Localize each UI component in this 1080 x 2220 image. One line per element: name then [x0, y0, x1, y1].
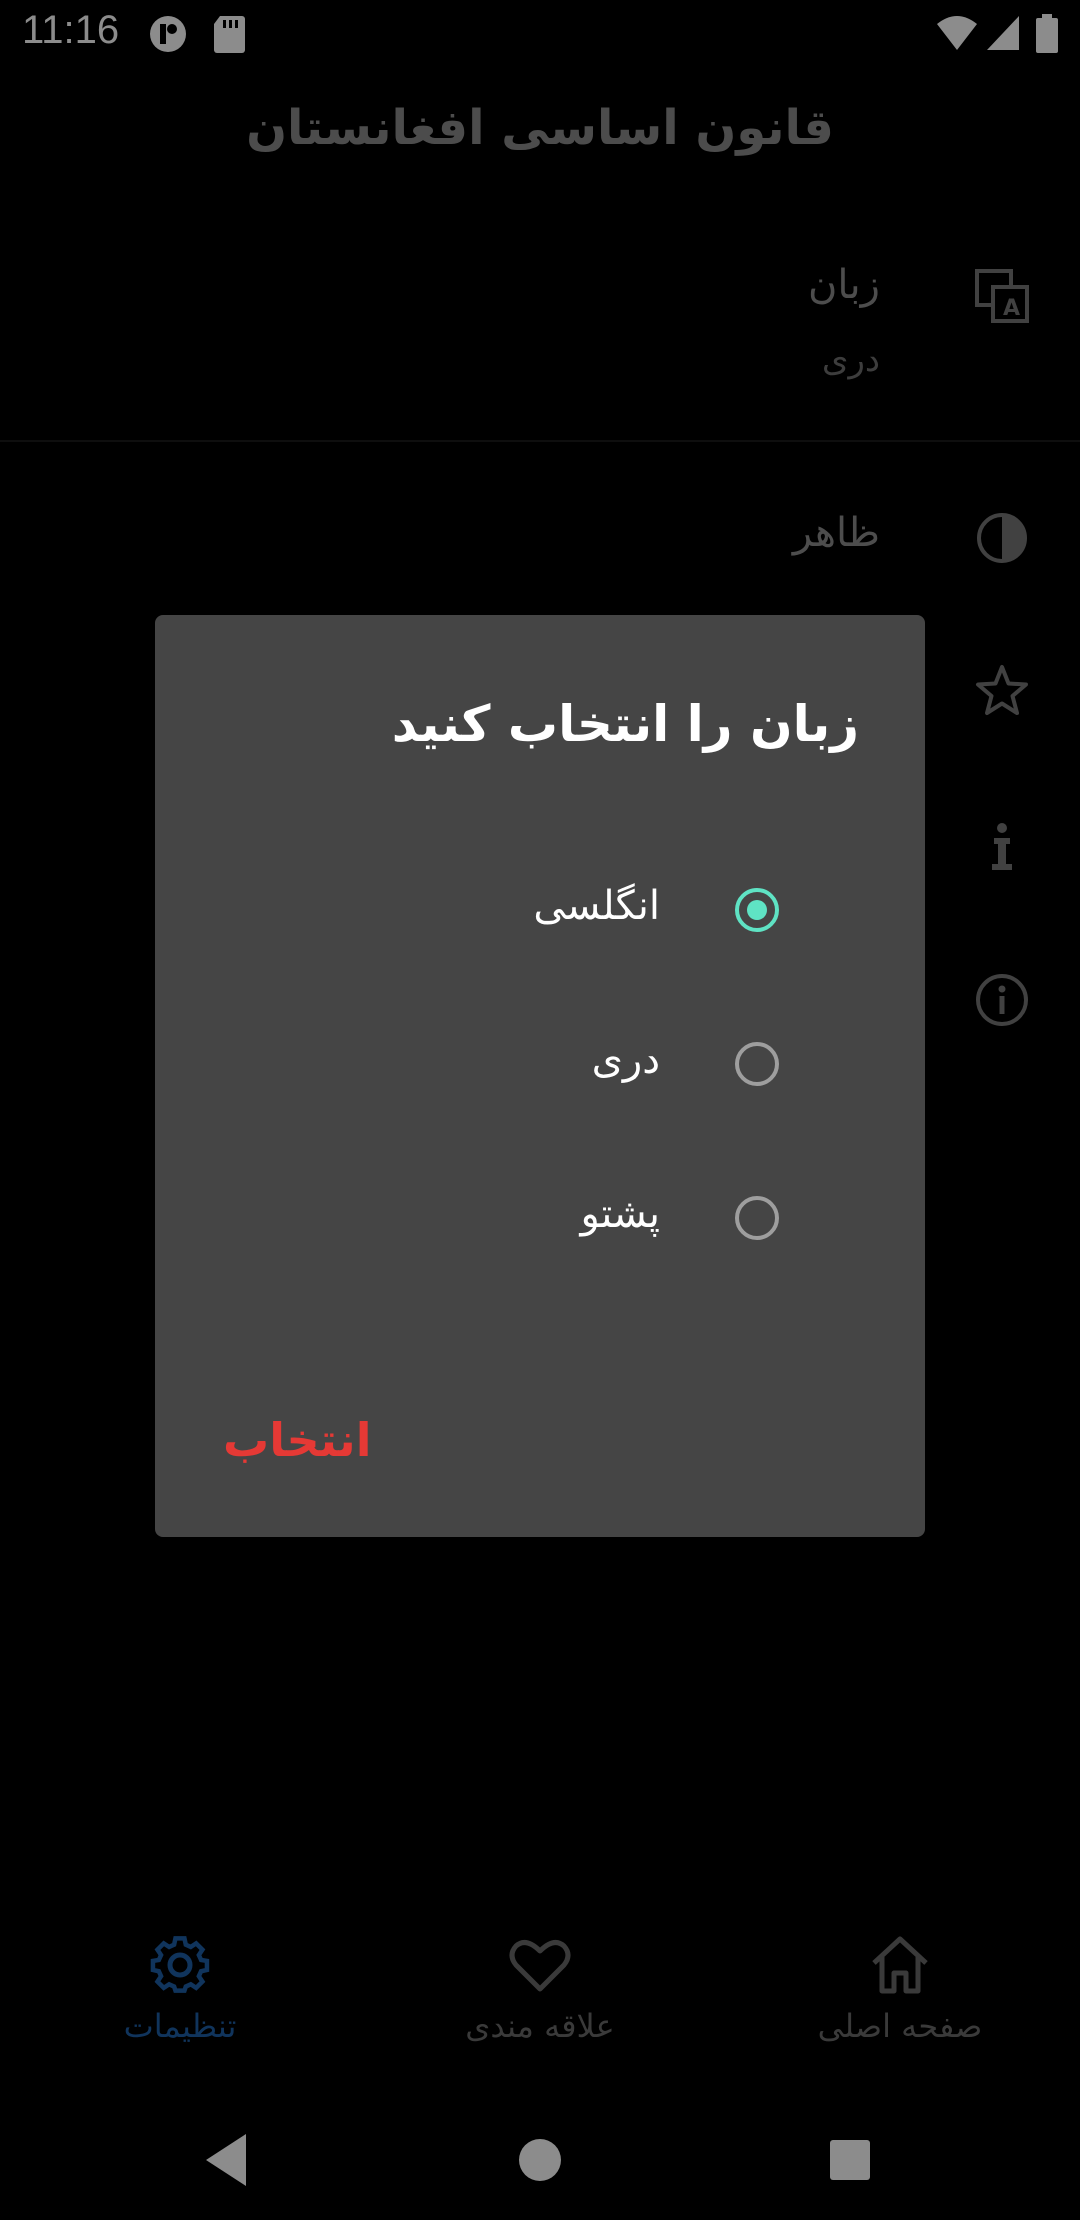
- radio-button-selected[interactable]: [735, 888, 779, 932]
- select-button[interactable]: انتخاب: [223, 1413, 371, 1467]
- dialog-title: زبان را انتخاب کنید: [391, 695, 859, 753]
- language-option-dari[interactable]: دری: [155, 989, 925, 1139]
- language-option-pashto[interactable]: پشتو: [155, 1143, 925, 1293]
- radio-button[interactable]: [735, 1196, 779, 1240]
- option-label: انگلسی: [533, 883, 660, 929]
- radio-button[interactable]: [735, 1042, 779, 1086]
- language-option-english[interactable]: انگلسی: [155, 835, 925, 985]
- option-label: پشتو: [580, 1191, 660, 1237]
- language-dialog: زبان را انتخاب کنید انگلسی دری پشتو انتخ…: [155, 615, 925, 1537]
- option-label: دری: [591, 1037, 660, 1083]
